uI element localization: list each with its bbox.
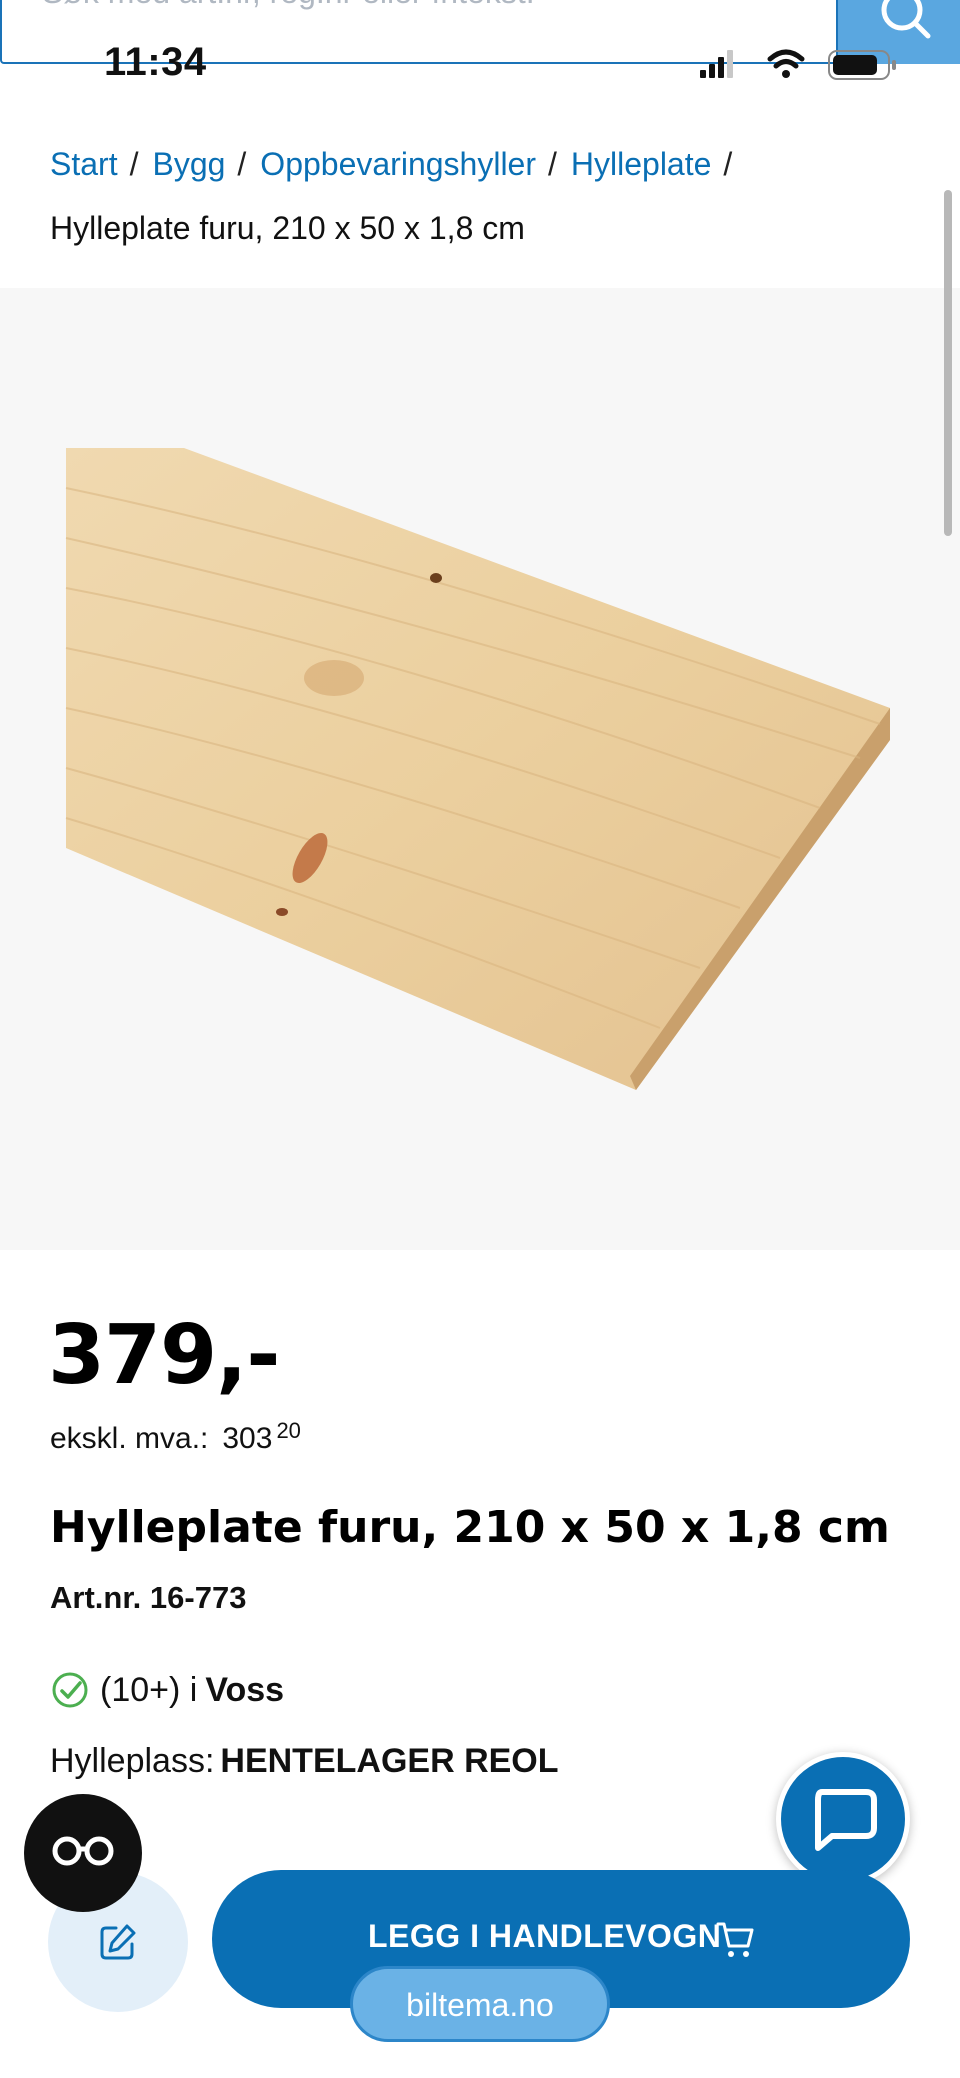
search-icon <box>881 0 931 39</box>
cart-icon <box>716 1922 754 1957</box>
article-number: Art.nr. 16-773 <box>50 1580 247 1615</box>
url-text: biltema.no <box>406 1987 554 2023</box>
price: 379,- <box>48 1308 280 1403</box>
breadcrumb-separator: / <box>723 146 733 182</box>
stock-store: Voss <box>205 1670 285 1709</box>
breadcrumb: Start / Bygg / Oppbevaringshyller / Hylleplate… <box>50 132 930 260</box>
breadcrumb-separator: / <box>548 146 557 182</box>
stock-count: (10+) i <box>100 1670 198 1709</box>
breadcrumb-link-start[interactable]: Start <box>50 146 118 182</box>
status-icons <box>700 49 896 80</box>
breadcrumb-separator: / <box>129 146 139 182</box>
ex-vat-label: ekskl. mva.: <box>50 1422 209 1455</box>
stock-status[interactable]: (10+) i Voss <box>50 1670 284 1710</box>
ex-vat-value: 303 <box>222 1422 273 1455</box>
check-circle-icon <box>52 1672 88 1708</box>
accessibility-button[interactable] <box>24 1794 142 1912</box>
glasses-icon <box>52 1836 114 1866</box>
signal-icon <box>700 50 733 78</box>
breadcrumb-link-hylleplate[interactable]: Hylleplate <box>571 146 712 182</box>
battery-icon <box>828 50 896 80</box>
breadcrumb-link-bygg[interactable]: Bygg <box>152 146 225 182</box>
search-placeholder: Søk med art.nr, reg.nr eller fritekst. <box>42 0 535 11</box>
breadcrumb-separator: / <box>237 146 247 182</box>
chat-bubble-icon <box>815 1789 877 1851</box>
shelf-location: Hylleplass: HENTELAGER REOL <box>50 1742 559 1781</box>
product-image-panel[interactable] <box>0 288 960 1250</box>
browser-address-bar[interactable]: biltema.no <box>350 1966 610 2042</box>
price-ex-vat: ekskl. mva.: 303 20 <box>50 1418 301 1456</box>
shelf-value: HENTELAGER REOL <box>220 1742 559 1780</box>
scrollbar[interactable] <box>944 190 952 536</box>
product-image <box>65 448 890 1090</box>
ex-vat-decimals: 20 <box>276 1418 301 1443</box>
add-to-cart-label: LEGG I HANDLEVOGN <box>368 1918 722 1954</box>
product-title: Hylleplate furu, 210 x 50 x 1,8 cm <box>50 1502 890 1553</box>
wifi-icon <box>767 49 805 78</box>
status-time: 11:34 <box>104 40 207 84</box>
edit-icon <box>100 1924 136 1960</box>
chat-button[interactable] <box>776 1752 910 1886</box>
breadcrumb-link-oppbevaringshyller[interactable]: Oppbevaringshyller <box>260 146 536 182</box>
breadcrumb-current: Hylleplate furu, 210 x 50 x 1,8 cm <box>50 210 525 246</box>
shelf-label: Hylleplass: <box>50 1742 215 1780</box>
